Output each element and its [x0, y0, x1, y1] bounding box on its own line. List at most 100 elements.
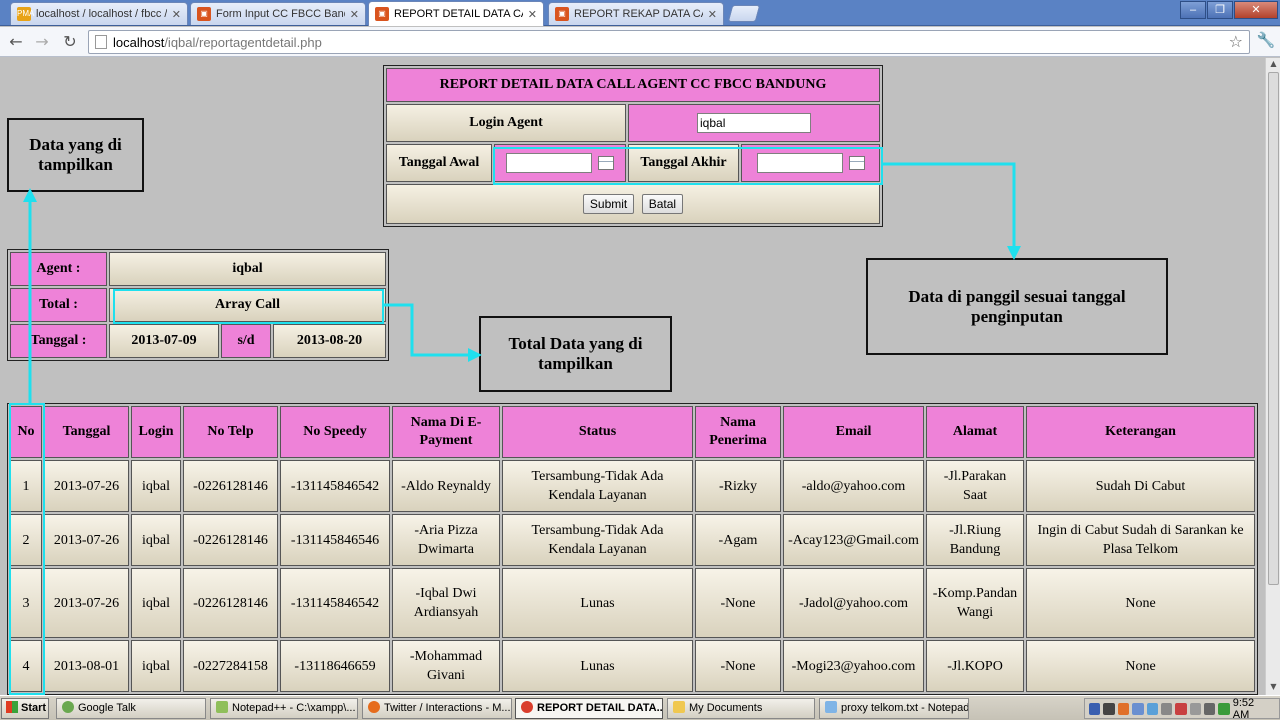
folder-icon	[673, 701, 685, 713]
scrollbar-thumb[interactable]	[1268, 72, 1279, 585]
tray-icon[interactable]	[1218, 702, 1230, 715]
taskbar-item-notepad[interactable]: proxy telkom.txt - Notepad	[819, 698, 969, 719]
submit-button[interactable]: Submit	[582, 194, 635, 214]
start-date-input[interactable]	[506, 153, 592, 173]
notepadpp-icon	[216, 701, 228, 713]
col-header: Nama Di E-Payment	[392, 406, 500, 458]
annotation-date-called: Data di panggil sesuai tanggal penginput…	[866, 258, 1168, 355]
close-icon[interactable]: ✕	[350, 8, 359, 21]
tray-icon[interactable]	[1132, 702, 1144, 715]
tray-icon[interactable]	[1103, 702, 1115, 715]
tab-title: REPORT REKAP DATA CALL	[574, 8, 703, 20]
new-tab-button[interactable]	[727, 5, 761, 22]
scroll-up-arrow-icon[interactable]: ▲	[1266, 59, 1280, 71]
col-header: Tanggal	[44, 406, 129, 458]
calendar-icon[interactable]	[598, 156, 614, 170]
page-content: REPORT DETAIL DATA CALL AGENT CC FBCC BA…	[0, 58, 1265, 695]
table-row: 1 2013-07-26 iqbal -0226128146 -131145846542…	[10, 460, 1255, 512]
close-icon[interactable]: ✕	[172, 8, 181, 21]
table-cell: -Acay123@Gmail.com	[783, 514, 924, 566]
table-cell: Tersambung-Tidak Ada Kendala Layanan	[502, 460, 693, 512]
restore-icon[interactable]: ❐	[1207, 1, 1233, 19]
taskbar-item-my-documents[interactable]: My Documents	[667, 698, 815, 719]
window-controls: ‒ ❐ ✕	[1180, 1, 1278, 19]
tray-icon[interactable]	[1146, 702, 1158, 715]
back-arrow-icon[interactable]: ←	[5, 31, 27, 53]
windows-taskbar: Start Google Talk Notepad++ - C:\xampp\.…	[0, 695, 1280, 720]
table-cell: -Iqbal Dwi Ardiansyah	[392, 568, 500, 638]
xampp-icon: ▣	[555, 7, 569, 21]
login-agent-input[interactable]: iqbal	[697, 113, 811, 133]
browser-toolbar: ← → ↻ localhost/iqbal/reportagentdetail.…	[0, 27, 1280, 57]
close-icon[interactable]: ✕	[708, 8, 717, 21]
taskbar-item-google-talk[interactable]: Google Talk	[56, 698, 206, 719]
end-date-input[interactable]	[756, 153, 843, 173]
col-header: Keterangan	[1026, 406, 1255, 458]
table-cell: None	[1026, 640, 1255, 692]
tab-report-rekap[interactable]: ▣ REPORT REKAP DATA CALL ✕	[548, 2, 724, 25]
table-cell: 3	[10, 568, 42, 638]
report-filter-form: REPORT DETAIL DATA CALL AGENT CC FBCC BA…	[383, 65, 883, 227]
calendar-icon[interactable]	[848, 156, 865, 170]
start-date-cell	[494, 144, 626, 182]
taskbar-item-report[interactable]: REPORT DETAIL DATA...	[515, 698, 663, 719]
cancel-button[interactable]: Batal	[641, 194, 684, 214]
agent-label: Agent :	[10, 252, 107, 286]
taskbar-item-notepadpp[interactable]: Notepad++ - C:\xampp\...	[210, 698, 358, 719]
col-header: No Speedy	[280, 406, 390, 458]
tab-form-input[interactable]: ▣ Form Input CC FBCC Bandun ✕	[190, 2, 366, 25]
bookmark-star-icon[interactable]: ☆	[1229, 32, 1243, 51]
date-separator: s/d	[221, 324, 271, 358]
close-icon[interactable]: ✕	[528, 8, 537, 21]
taskbar-label: REPORT DETAIL DATA...	[537, 702, 663, 714]
tray-icon[interactable]	[1204, 702, 1216, 715]
xampp-icon: ▣	[375, 7, 389, 21]
minimize-icon[interactable]: ‒	[1180, 1, 1206, 19]
table-cell: -131145846542	[280, 460, 390, 512]
table-cell: 2013-07-26	[44, 460, 129, 512]
phpmyadmin-icon: PMA	[17, 7, 34, 21]
table-cell: -None	[695, 640, 781, 692]
start-button[interactable]: Start	[1, 698, 49, 719]
tab-phpmyadmin[interactable]: PMA localhost / localhost / fbcc / c ✕	[10, 2, 188, 25]
tray-icon[interactable]	[1189, 702, 1201, 715]
table-cell: 2013-07-26	[44, 514, 129, 566]
url-host: localhost	[113, 34, 165, 50]
date-to: 2013-08-20	[273, 324, 386, 358]
table-cell: -aldo@yahoo.com	[783, 460, 924, 512]
table-cell: -0227284158	[183, 640, 278, 692]
taskbar-clock: 9:52 AM	[1232, 696, 1255, 720]
table-cell: 2013-07-26	[44, 568, 129, 638]
notepad-icon	[825, 701, 837, 713]
start-date-label: Tanggal Awal	[386, 144, 492, 182]
scroll-down-arrow-icon[interactable]: ▼	[1266, 682, 1280, 694]
table-cell: Ingin di Cabut Sudah di Sarankan ke Plas…	[1026, 514, 1255, 566]
forward-arrow-icon[interactable]: →	[31, 31, 53, 53]
table-cell: Sudah Di Cabut	[1026, 460, 1255, 512]
col-header: Nama Penerima	[695, 406, 781, 458]
call-data-table: No Tanggal Login No Telp No Speedy Nama …	[7, 403, 1258, 695]
tray-icon[interactable]	[1175, 702, 1187, 715]
table-cell: iqbal	[131, 640, 181, 692]
end-date-cell	[741, 144, 880, 182]
total-label: Total :	[10, 288, 107, 322]
date-from: 2013-07-09	[109, 324, 219, 358]
vertical-scrollbar[interactable]: ▲ ▼	[1265, 58, 1280, 695]
wrench-menu-icon[interactable]: 🔧	[1256, 31, 1276, 53]
system-tray: 9:52 AM	[1084, 696, 1280, 720]
tray-icon[interactable]	[1117, 702, 1130, 715]
tab-report-detail[interactable]: ▣ REPORT DETAIL DATA CALL ✕	[368, 1, 544, 26]
col-header: Login	[131, 406, 181, 458]
tray-icon[interactable]	[1089, 702, 1101, 715]
table-cell: -0226128146	[183, 514, 278, 566]
reload-icon[interactable]: ↻	[59, 31, 81, 53]
taskbar-item-twitter[interactable]: Twitter / Interactions - M...	[362, 698, 512, 719]
windows-logo-icon	[6, 701, 18, 713]
close-window-icon[interactable]: ✕	[1234, 1, 1278, 19]
table-cell: -13118646659	[280, 640, 390, 692]
address-bar[interactable]: localhost/iqbal/reportagentdetail.php ☆	[88, 30, 1250, 54]
col-header: Status	[502, 406, 693, 458]
chrome-icon	[521, 701, 533, 713]
table-cell: 4	[10, 640, 42, 692]
tray-icon[interactable]	[1160, 702, 1173, 715]
